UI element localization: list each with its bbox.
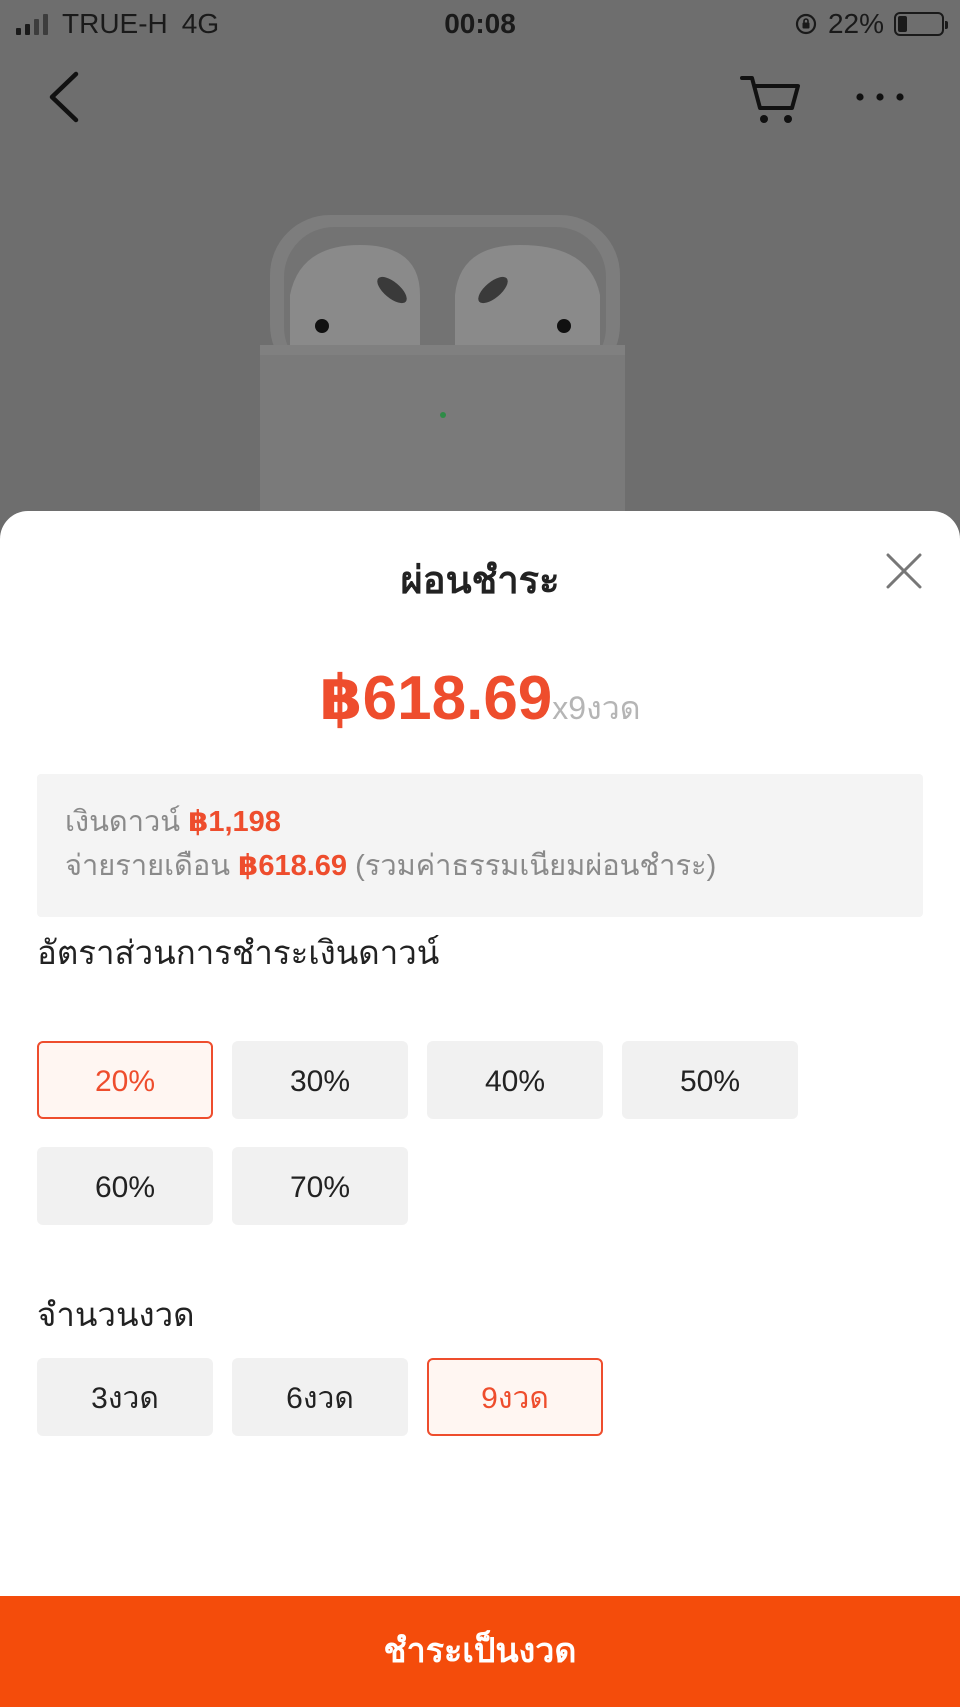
- product-page-background: TRUE-H 4G 00:08 22%: [0, 0, 960, 525]
- payment-summary: เงินดาวน์ ฿1,198 จ่ายรายเดือน ฿618.69 (ร…: [37, 774, 923, 917]
- down-payment-ratio-label: อัตราส่วนการชำระเงินดาวน์: [37, 934, 440, 971]
- installment-option-3[interactable]: 3งวด: [37, 1358, 213, 1436]
- close-icon[interactable]: [884, 551, 924, 591]
- status-right: 22%: [794, 8, 948, 40]
- down-option-60[interactable]: 60%: [37, 1147, 213, 1225]
- down-payment-amount: ฿1,198: [188, 806, 281, 838]
- status-bar: TRUE-H 4G 00:08 22%: [0, 0, 960, 48]
- cart-icon[interactable]: [738, 68, 802, 128]
- battery-icon: [894, 12, 948, 36]
- airpods-product-image: [260, 215, 625, 525]
- down-payment-label: เงินดาวน์: [65, 806, 181, 838]
- monthly-price: ฿618.69: [319, 664, 553, 733]
- monthly-payment-line: จ่ายรายเดือน ฿618.69 (รวมค่าธรรมเนียมผ่อ…: [65, 844, 895, 888]
- rotation-lock-icon: [795, 13, 817, 35]
- battery-fill: [898, 16, 908, 32]
- sheet-title: ผ่อนชำระ: [400, 560, 560, 602]
- price-line: ฿618.69x9งวด: [0, 661, 960, 734]
- down-option-30[interactable]: 30%: [232, 1041, 408, 1119]
- battery-percent: 22%: [827, 8, 884, 39]
- installment-count-label: จำนวนงวด: [37, 1296, 195, 1333]
- down-option-50[interactable]: 50%: [622, 1041, 798, 1119]
- chevron-left-icon[interactable]: [40, 62, 90, 132]
- installment-option-6[interactable]: 6งวด: [232, 1358, 408, 1436]
- down-payment-line: เงินดาวน์ ฿1,198: [65, 800, 895, 844]
- installment-option-9[interactable]: 9งวด: [427, 1358, 603, 1436]
- installment-count-suffix: x9งวด: [552, 690, 641, 726]
- pay-installment-button[interactable]: ชำระเป็นงวด: [0, 1596, 960, 1707]
- down-option-70[interactable]: 70%: [232, 1147, 408, 1225]
- installment-sheet: ผ่อนชำระ ฿618.69x9งวด เงินดาวน์ ฿1,198 จ…: [0, 511, 960, 1707]
- monthly-payment-note: (รวมค่าธรรมเนียมผ่อนชำระ): [355, 850, 717, 882]
- monthly-payment-amount: ฿618.69: [238, 850, 348, 882]
- monthly-payment-label: จ่ายรายเดือน: [65, 850, 231, 882]
- down-option-20[interactable]: 20%: [37, 1041, 213, 1119]
- more-horizontal-icon[interactable]: [848, 74, 912, 120]
- down-option-40[interactable]: 40%: [427, 1041, 603, 1119]
